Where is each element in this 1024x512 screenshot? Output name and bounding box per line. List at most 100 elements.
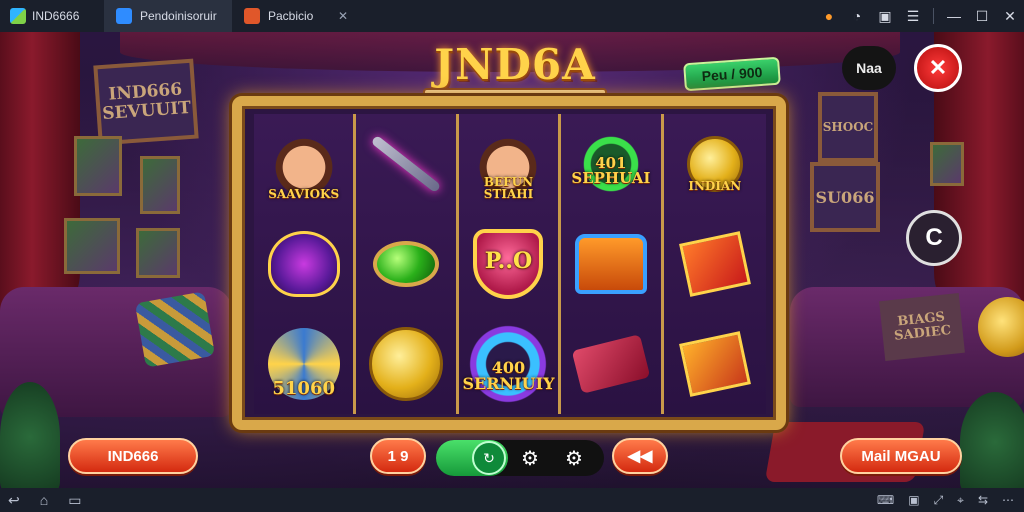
- treasure-chest-icon: [574, 234, 647, 294]
- screen-record-icon[interactable]: ▣: [908, 493, 919, 508]
- tab-label: Pendoinisoruir: [140, 9, 217, 23]
- green-gem-icon: [373, 241, 440, 287]
- wall-sign-left: IND666 SEVUUIT: [93, 58, 199, 146]
- screenshot-icon[interactable]: ▣: [871, 8, 899, 25]
- home-nav-icon[interactable]: ⌂: [40, 492, 48, 509]
- hero-face-symbol: SAAVIOKS: [262, 122, 346, 206]
- reel-cell: INDIAN: [664, 114, 766, 214]
- side-action-button[interactable]: C: [906, 210, 962, 266]
- keyboard-icon[interactable]: ⌨: [877, 493, 894, 508]
- recent-apps-icon[interactable]: ▭: [68, 492, 81, 509]
- close-icon[interactable]: ✕: [996, 8, 1024, 25]
- wall-sign-right-top: SHOOC: [818, 92, 878, 162]
- wall-sign-right: SU066: [810, 162, 880, 232]
- reel-1: SAAVIOKS 51060: [254, 114, 357, 414]
- emulator-taskbar: ↩ ⌂ ▭ ⌨ ▣ ⤢ ⌖ ⇆ ⋯: [0, 488, 1024, 512]
- location-icon[interactable]: ⌖: [957, 493, 964, 508]
- symbol-label: P..O: [484, 248, 533, 274]
- reel-cell: SAAVIOKS: [254, 114, 353, 214]
- brand-button[interactable]: IND666: [68, 438, 198, 474]
- tab-close-icon[interactable]: ✕: [338, 9, 348, 23]
- symbol-label: SAAVIOKS: [268, 187, 340, 201]
- prince-face-symbol: BEFUN STIAHI: [466, 122, 550, 206]
- reel-cell: [664, 214, 766, 314]
- red-gift-box-icon: [678, 231, 751, 297]
- red-gift-box-symbol: [673, 222, 757, 306]
- tab-home[interactable]: Pendoinisoruir: [104, 0, 232, 32]
- reel-cell: 401 SEPHUAI: [561, 114, 660, 214]
- blade-ring-symbol: 51060: [262, 322, 346, 406]
- gold-gift-box-symbol: [673, 322, 757, 406]
- divider: [933, 8, 934, 24]
- plant-right: [960, 392, 1024, 488]
- shake-icon[interactable]: ⇆: [978, 493, 988, 508]
- window-controls: ● ◔ ▣ ☰ — ☐ ✕: [815, 0, 1024, 32]
- reel-3: BEFUN STIAHI P..O 400 SERNIUIY: [458, 114, 562, 414]
- resize-icon[interactable]: ⤢: [934, 493, 944, 508]
- maximize-icon[interactable]: ☐: [968, 8, 996, 25]
- app-name-label: IND6666: [32, 9, 80, 23]
- wall-picture: [930, 142, 964, 186]
- reels-grid: SAAVIOKS 51060 BEFUN STIAHI P..O 400 SER…: [254, 114, 766, 414]
- symbol-label: BEFUN STIAHI: [483, 175, 534, 201]
- minimize-icon[interactable]: —: [940, 8, 968, 24]
- game-close-button[interactable]: ✕: [914, 44, 962, 92]
- heart-symbol: P..O: [466, 222, 550, 306]
- reel-4: 401 SEPHUAI: [561, 114, 664, 414]
- symbol-label: 400 SERNIUIY: [462, 358, 555, 393]
- reel-cell: [561, 314, 660, 414]
- green-gem-symbol: [364, 222, 448, 306]
- settings-gear-icon[interactable]: ⚙: [508, 446, 552, 471]
- wand-icon: [370, 134, 442, 194]
- wand-symbol: [364, 122, 448, 206]
- wall-picture: [74, 136, 122, 196]
- autoplay-toggle[interactable]: ↻: [436, 440, 508, 476]
- sofa-book: BIAGS SADIEC: [879, 292, 965, 362]
- account-icon[interactable]: ◔: [843, 8, 871, 24]
- app-title: IND6666: [0, 0, 104, 32]
- symbol-label: 401 SEPHUAI: [571, 154, 651, 187]
- small-coin-symbol: INDIAN: [673, 122, 757, 206]
- symbol-label: 51060: [272, 378, 335, 399]
- shield-icon: [267, 231, 340, 297]
- main-menu-button[interactable]: Mail MGAU: [840, 438, 962, 474]
- reel-5: INDIAN: [663, 114, 766, 414]
- wall-picture: [64, 218, 120, 274]
- tab-game[interactable]: Pacbicio ✕: [232, 0, 360, 32]
- gold-gift-box-icon: [678, 331, 751, 397]
- reel-cell: [254, 214, 353, 314]
- patterned-cushion: [134, 291, 216, 368]
- gold-coin-icon: [369, 327, 444, 401]
- emulator-tools: ⌨ ▣ ⤢ ⌖ ⇆ ⋯: [877, 493, 1024, 508]
- reel-cell: P..O: [459, 214, 558, 314]
- reel-cell: [664, 314, 766, 414]
- reel-cell: 51060: [254, 314, 353, 414]
- red-wallet-symbol: [569, 322, 653, 406]
- treasure-chest-symbol: [569, 222, 653, 306]
- game-scene: IND666 SEVUUIT SHOOC SU066 BIAGS SADIEC …: [0, 32, 1024, 488]
- menu-icon[interactable]: ☰: [899, 8, 927, 25]
- title-bar: IND6666 Pendoinisoruir Pacbicio ✕ ● ◔ ▣ …: [0, 0, 1024, 32]
- plant-left: [0, 382, 60, 488]
- payout-badge: Peu / 900: [683, 56, 781, 92]
- notification-icon[interactable]: ●: [815, 8, 843, 24]
- reel-cell: [356, 114, 455, 214]
- wand-shield-symbol: [262, 222, 346, 306]
- options-gear-icon[interactable]: ⚙: [552, 446, 596, 471]
- top-info-button[interactable]: Naa: [842, 46, 896, 90]
- spin-control-bar: ↻ ⚙ ⚙: [436, 440, 604, 476]
- android-nav: ↩ ⌂ ▭: [0, 492, 81, 509]
- back-nav-icon[interactable]: ↩: [8, 492, 20, 509]
- symbol-label: INDIAN: [688, 179, 742, 193]
- bet-button[interactable]: 1 9: [370, 438, 426, 474]
- reel-cell: BEFUN STIAHI: [459, 114, 558, 214]
- reel-cell: [356, 214, 455, 314]
- reel-cell: 400 SERNIUIY: [459, 314, 558, 414]
- refresh-icon: ↻: [472, 441, 506, 475]
- green-ring-symbol: 401 SEPHUAI: [569, 122, 653, 206]
- game-tab-icon: [244, 8, 260, 24]
- gold-coin-symbol: [364, 322, 448, 406]
- rewind-button[interactable]: ◀◀: [612, 438, 668, 474]
- more-icon[interactable]: ⋯: [1002, 493, 1014, 508]
- wall-picture: [140, 156, 180, 214]
